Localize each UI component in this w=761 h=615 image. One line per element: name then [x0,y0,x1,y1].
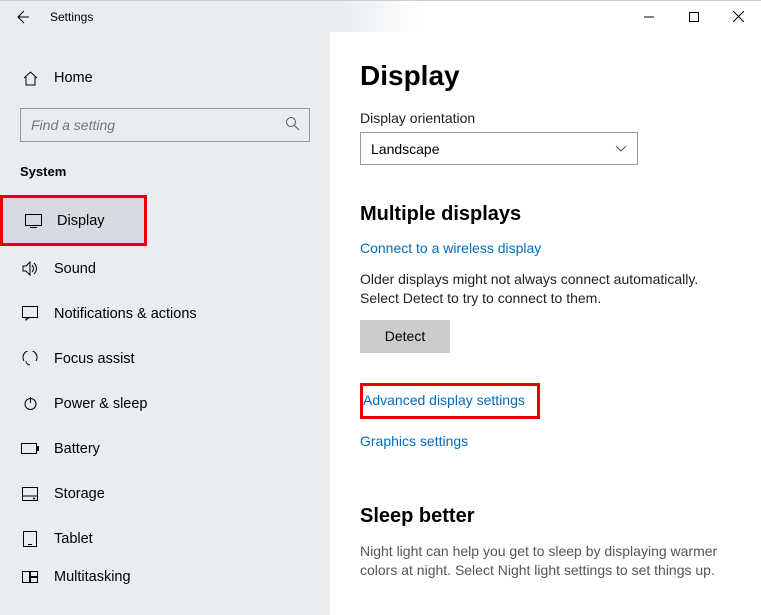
window-title: Settings [50,10,93,24]
back-button[interactable] [0,1,44,33]
search-input[interactable] [20,108,310,142]
nav-power-sleep[interactable]: Power & sleep [0,381,330,426]
highlight-advanced-link: Advanced display settings [360,383,540,419]
nav-display[interactable]: Display [3,198,144,243]
home-icon [20,70,40,87]
highlight-display-nav: Display [0,195,147,246]
nav-tablet[interactable]: Tablet [0,516,330,561]
sound-icon [20,261,40,276]
nav-label: Multitasking [54,569,131,585]
advanced-display-link[interactable]: Advanced display settings [363,392,525,408]
page-title: Display [360,60,745,92]
nav-label: Focus assist [54,351,135,367]
sleep-better-description: Night light can help you get to sleep by… [360,542,730,580]
nav-label: Sound [54,261,96,277]
maximize-button[interactable] [671,1,716,33]
nav-battery[interactable]: Battery [0,426,330,471]
close-button[interactable] [716,1,761,33]
battery-icon [20,443,40,454]
nav-label: Display [57,213,105,229]
sidebar-section-label: System [20,164,310,179]
orientation-value: Landscape [371,141,440,157]
search-icon [285,116,300,131]
sidebar: Home System Display Sound Notifications … [0,32,330,615]
wireless-display-link[interactable]: Connect to a wireless display [360,240,541,256]
maximize-icon [689,12,699,22]
multitasking-icon [20,571,40,583]
notifications-icon [20,306,40,321]
multiple-displays-heading: Multiple displays [360,203,745,226]
detect-button[interactable]: Detect [360,320,450,353]
close-icon [733,11,744,22]
orientation-dropdown[interactable]: Landscape [360,132,638,165]
chevron-down-icon [615,145,627,152]
nav-storage[interactable]: Storage [0,471,330,516]
sleep-better-heading: Sleep better [360,505,745,528]
minimize-button[interactable] [626,1,671,33]
nav-notifications[interactable]: Notifications & actions [0,291,330,336]
storage-icon [20,487,40,501]
nav-sound[interactable]: Sound [0,246,330,291]
home-nav[interactable]: Home [0,60,330,96]
home-label: Home [54,70,93,86]
nav-label: Battery [54,441,100,457]
arrow-left-icon [13,8,31,26]
nav-label: Power & sleep [54,396,148,412]
detect-description: Older displays might not always connect … [360,270,730,308]
nav-label: Tablet [54,531,93,547]
tablet-icon [20,531,40,547]
power-icon [20,396,40,411]
focus-assist-icon [20,351,40,367]
nav-focus-assist[interactable]: Focus assist [0,336,330,381]
graphics-settings-link[interactable]: Graphics settings [360,433,468,449]
nav-label: Storage [54,486,105,502]
nav-label: Notifications & actions [54,306,197,322]
orientation-label: Display orientation [360,110,745,126]
nav-multitasking[interactable]: Multitasking [0,561,330,593]
display-icon [23,214,43,228]
minimize-icon [644,12,654,22]
content-pane: Display Display orientation Landscape Mu… [330,32,761,615]
